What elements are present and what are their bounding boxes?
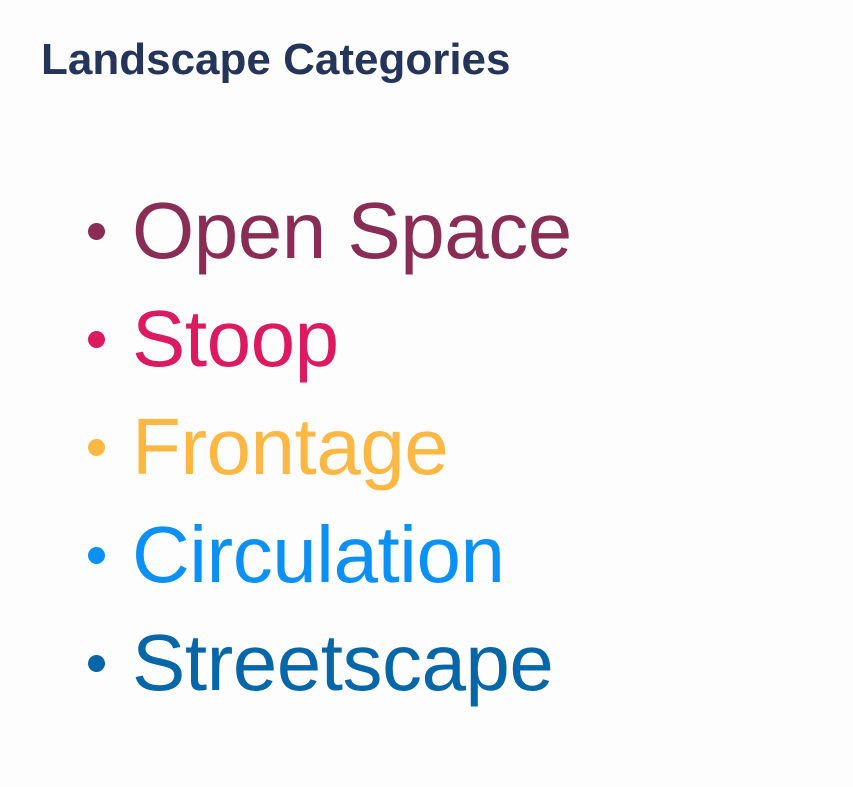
- bullet-icon: [88, 330, 105, 348]
- category-list: Open Space Stoop Frontage Circulation St…: [88, 177, 572, 717]
- category-label: Open Space: [132, 186, 572, 275]
- bullet-icon: [88, 654, 105, 672]
- category-label: Frontage: [132, 402, 449, 491]
- category-item-open-space: Open Space: [88, 177, 572, 285]
- category-label: Stoop: [132, 294, 339, 383]
- category-label: Streetscape: [132, 618, 554, 707]
- category-label: Circulation: [132, 510, 505, 599]
- category-item-streetscape: Streetscape: [88, 609, 572, 717]
- category-item-frontage: Frontage: [88, 393, 572, 501]
- bullet-icon: [88, 222, 105, 240]
- category-item-stoop: Stoop: [88, 285, 572, 393]
- bullet-icon: [88, 546, 105, 564]
- category-item-circulation: Circulation: [88, 501, 572, 609]
- page-title: Landscape Categories: [41, 35, 511, 84]
- bullet-icon: [88, 438, 105, 456]
